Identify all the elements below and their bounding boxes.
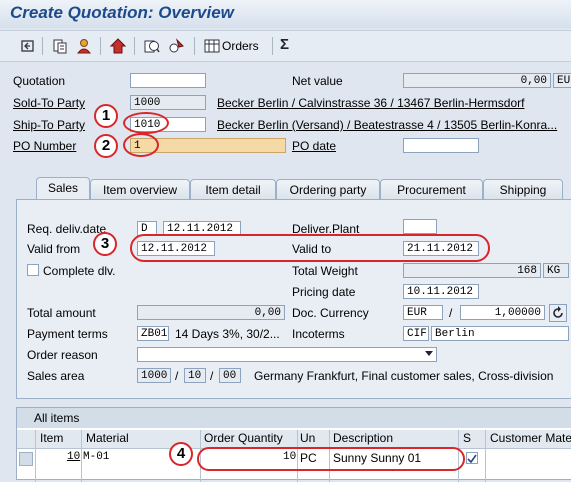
title-bar: Create Quotation: Overview (0, 0, 571, 28)
refresh-icon[interactable] (549, 304, 567, 322)
column-order-quantity[interactable]: Order Quantity (204, 431, 283, 445)
total-weight-field: 168 (403, 263, 541, 278)
sales-org-field: 1000 (137, 368, 171, 383)
annotation-oval-3 (130, 234, 490, 262)
items-table-title: All items (34, 411, 80, 425)
partner-icon[interactable] (76, 38, 92, 54)
copy-icon[interactable] (144, 38, 160, 54)
quotation-label: Quotation (13, 74, 66, 88)
tab-ordering-party[interactable]: Ordering party (276, 179, 380, 199)
total-amount-field: 0,00 (137, 305, 285, 320)
annotation-badge-3: 3 (93, 232, 117, 256)
sigma-icon[interactable]: Σ (280, 36, 289, 53)
config-icon[interactable] (168, 38, 184, 54)
row-select-checkbox[interactable] (466, 452, 478, 464)
annotation-badge-2: 2 (94, 134, 118, 158)
row-selector[interactable] (19, 452, 33, 466)
po-date-label[interactable]: PO date (292, 139, 336, 153)
tab-item-detail[interactable]: Item detail (190, 179, 276, 199)
ship-to-label[interactable]: Ship-To Party (13, 118, 85, 132)
order-reason-dropdown[interactable] (137, 347, 437, 362)
annotation-oval-4 (197, 447, 465, 471)
column-material[interactable]: Material (86, 431, 129, 445)
row-item[interactable]: 10 (67, 451, 80, 463)
tab-shipping[interactable]: Shipping (483, 179, 563, 199)
application-toolbar: Orders Σ (0, 30, 571, 62)
sales-area-separator-1: / (175, 369, 179, 383)
annotation-badge-1: 1 (94, 104, 118, 128)
display-change-icon[interactable] (20, 38, 36, 54)
complete-dlv-label: Complete dlv. (43, 264, 116, 278)
doc-currency-field[interactable]: EUR (403, 305, 443, 320)
po-date-field[interactable] (403, 138, 479, 153)
division-field: 00 (219, 368, 241, 383)
column-item[interactable]: Item (40, 431, 63, 445)
tab-item-overview[interactable]: Item overview (90, 179, 190, 199)
valid-from-label: Valid from (27, 242, 81, 256)
incoterms-label: Incoterms (292, 327, 345, 341)
exchange-rate-field[interactable]: 1,00000 (460, 305, 545, 320)
sales-area-label: Sales area (27, 369, 85, 383)
annotation-badge-4: 4 (169, 442, 193, 466)
sold-to-field[interactable]: 1000 (130, 95, 206, 110)
net-value-field: 0,00 (403, 73, 551, 88)
orders-button[interactable]: Orders (222, 39, 259, 53)
item-detail-icon[interactable] (109, 38, 127, 54)
ship-to-description: Becker Berlin (Versand) / Beatestrasse 4… (217, 118, 558, 132)
quotation-field[interactable] (130, 73, 206, 88)
total-amount-label: Total amount (27, 306, 96, 320)
pricing-date-label: Pricing date (292, 285, 356, 299)
sold-to-label[interactable]: Sold-To Party (13, 96, 85, 110)
column-s[interactable]: S (463, 431, 471, 445)
annotation-oval-1 (123, 112, 169, 134)
annotation-oval-2 (123, 133, 159, 157)
order-reason-label: Order reason (27, 348, 98, 362)
net-value-currency: EUR (553, 73, 571, 88)
tab-strip: Sales Item overview Item detail Ordering… (0, 176, 571, 200)
sales-area-description: Germany Frankfurt, Final customer sales,… (254, 369, 554, 383)
sold-to-description: Becker Berlin / Calvinstrasse 36 / 13467… (217, 96, 525, 110)
row-material[interactable]: M-01 (83, 451, 109, 463)
tab-sales[interactable]: Sales (36, 177, 90, 200)
items-table-header: All items (17, 408, 571, 428)
column-unit[interactable]: Un (300, 431, 315, 445)
doc-currency-label: Doc. Currency (292, 306, 369, 320)
po-number-label[interactable]: PO Number (13, 139, 76, 153)
column-customer-material[interactable]: Customer Mate (490, 431, 571, 445)
header-icon[interactable] (52, 38, 68, 54)
orders-icon[interactable] (204, 38, 220, 54)
payment-terms-field[interactable]: ZB01 (137, 326, 169, 341)
chevron-down-icon[interactable] (425, 351, 433, 356)
payment-terms-description: 14 Days 3%, 30/2... (175, 327, 280, 341)
incoterms-place-field[interactable]: Berlin (431, 326, 569, 341)
payment-terms-label: Payment terms (27, 327, 108, 341)
pricing-date-field[interactable]: 10.11.2012 (403, 284, 479, 299)
column-description[interactable]: Description (333, 431, 393, 445)
deliver-plant-field[interactable] (403, 219, 437, 234)
incoterms-field[interactable]: CIF (403, 326, 429, 341)
exchange-separator: / (449, 306, 453, 320)
total-weight-label: Total Weight (292, 264, 358, 278)
tab-procurement[interactable]: Procurement (380, 179, 483, 199)
sales-area-separator-2: / (210, 369, 214, 383)
req-deliv-label: Req. deliv.date (27, 222, 107, 236)
complete-dlv-checkbox[interactable] (27, 264, 39, 276)
page-title: Create Quotation: Overview (10, 3, 234, 22)
dist-channel-field: 10 (184, 368, 206, 383)
total-weight-unit: KG (543, 263, 569, 278)
net-value-label: Net value (292, 74, 343, 88)
